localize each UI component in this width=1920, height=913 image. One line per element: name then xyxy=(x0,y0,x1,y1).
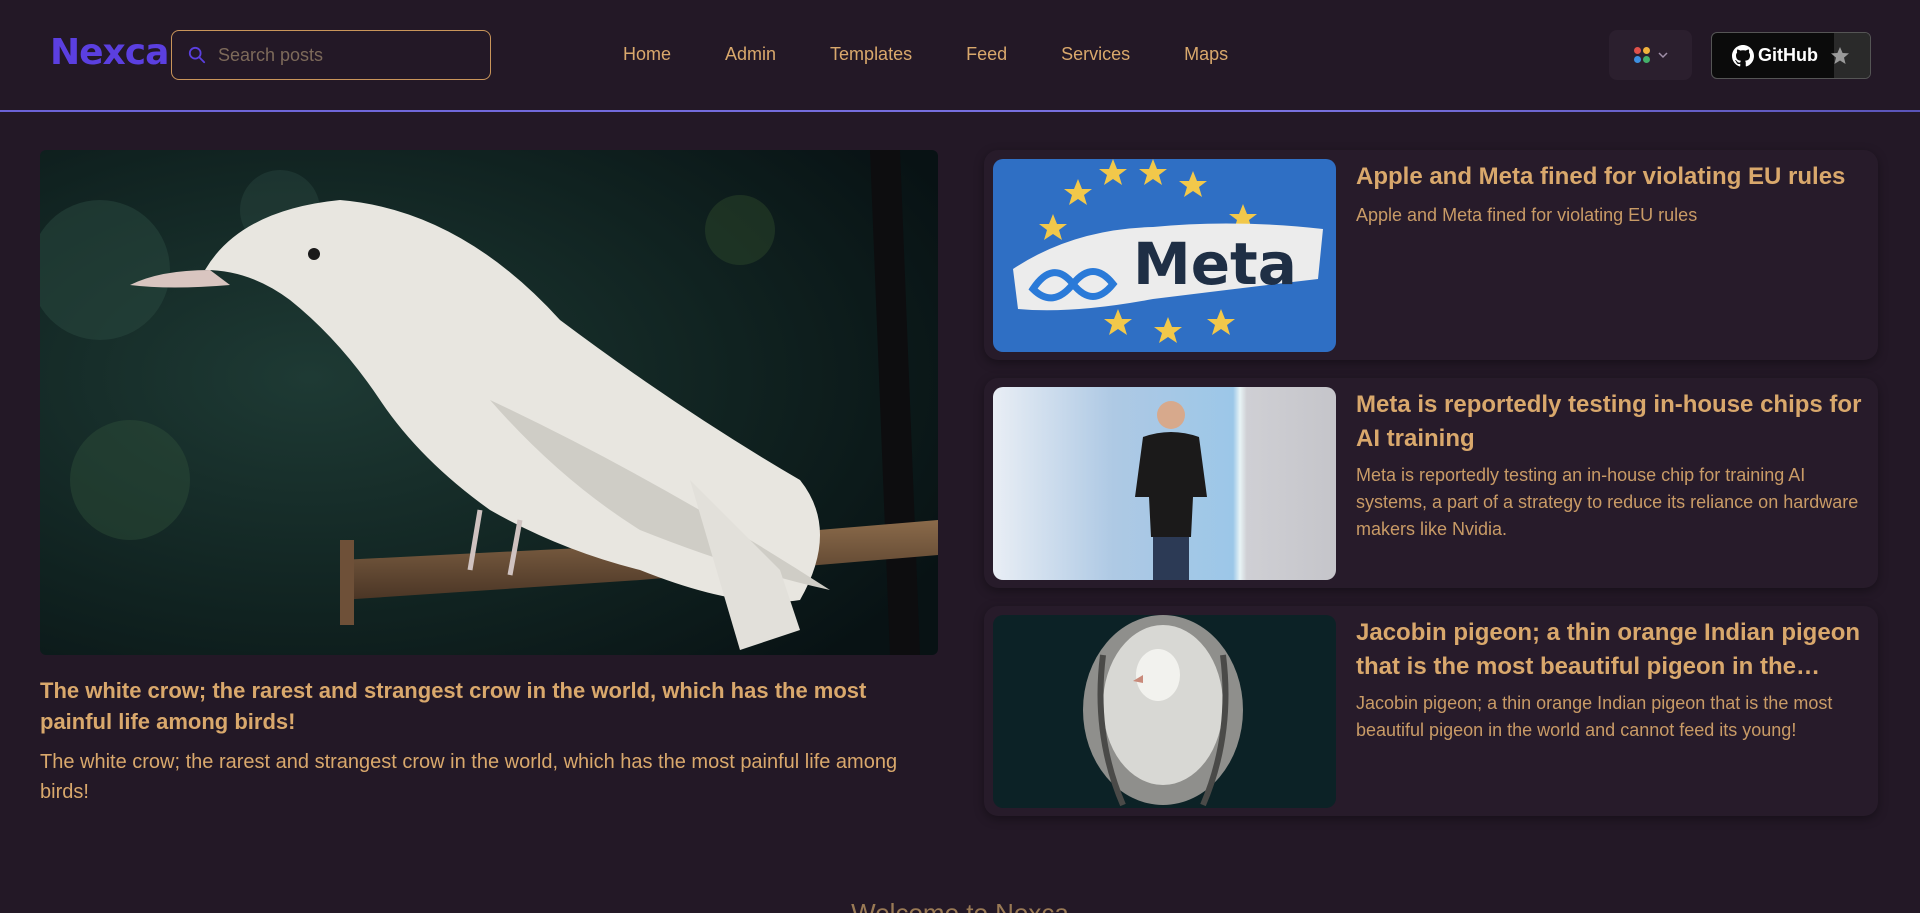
white-crow-image xyxy=(40,150,938,655)
star-icon xyxy=(1831,47,1849,64)
meta-image-text: Meta xyxy=(1133,230,1297,298)
jacobin-pigeon-image xyxy=(993,615,1336,808)
reading-progress-bar xyxy=(0,110,1920,112)
nav-templates[interactable]: Templates xyxy=(830,44,912,65)
nav-home[interactable]: Home xyxy=(623,44,671,65)
github-button[interactable]: GitHub xyxy=(1711,32,1871,79)
github-icon xyxy=(1732,44,1754,66)
post-card[interactable]: Jacobin pigeon; a thin orange Indian pig… xyxy=(984,606,1878,816)
theme-switcher-button[interactable] xyxy=(1609,30,1692,80)
featured-post-image[interactable] xyxy=(40,150,938,655)
search-box[interactable] xyxy=(171,30,491,80)
meta-eu-image: Meta xyxy=(993,159,1336,352)
post-description: Meta is reportedly testing an in-house c… xyxy=(1356,465,1859,539)
post-thumbnail xyxy=(993,615,1336,808)
post-title[interactable]: Jacobin pigeon; a thin orange Indian pig… xyxy=(1356,616,1866,684)
welcome-heading: Welcome to Nexca xyxy=(851,898,1069,913)
post-card[interactable]: Meta is reportedly testing in-house chip… xyxy=(984,378,1878,588)
post-card[interactable]: Meta Apple and Meta fined for violating … xyxy=(984,150,1878,360)
post-title[interactable]: Meta is reportedly testing in-house chip… xyxy=(1356,388,1866,456)
chevron-down-icon xyxy=(1657,52,1668,59)
post-title[interactable]: Apple and Meta fined for violating EU ru… xyxy=(1356,160,1866,194)
palette-icon xyxy=(1633,47,1650,63)
main-nav: Home Admin Templates Feed Services Maps xyxy=(623,44,1282,65)
post-description: Apple and Meta fined for violating EU ru… xyxy=(1356,205,1698,225)
featured-post-description: The white crow; the rarest and strangest… xyxy=(40,751,898,803)
nav-admin[interactable]: Admin xyxy=(725,44,776,65)
site-header: Nexca Home Admin Templates Feed Services… xyxy=(0,0,1920,111)
search-icon xyxy=(188,46,206,64)
github-label: GitHub xyxy=(1758,45,1818,65)
zuckerberg-image xyxy=(993,387,1336,580)
post-thumbnail xyxy=(993,387,1336,580)
post-description: Jacobin pigeon; a thin orange Indian pig… xyxy=(1356,693,1833,740)
site-logo[interactable]: Nexca xyxy=(50,32,169,73)
nav-feed[interactable]: Feed xyxy=(966,44,1007,65)
post-thumbnail: Meta xyxy=(993,159,1336,352)
nav-services[interactable]: Services xyxy=(1061,44,1130,65)
search-input[interactable] xyxy=(218,44,478,66)
featured-post-title[interactable]: The white crow; the rarest and strangest… xyxy=(40,675,940,737)
nav-maps[interactable]: Maps xyxy=(1184,44,1228,65)
